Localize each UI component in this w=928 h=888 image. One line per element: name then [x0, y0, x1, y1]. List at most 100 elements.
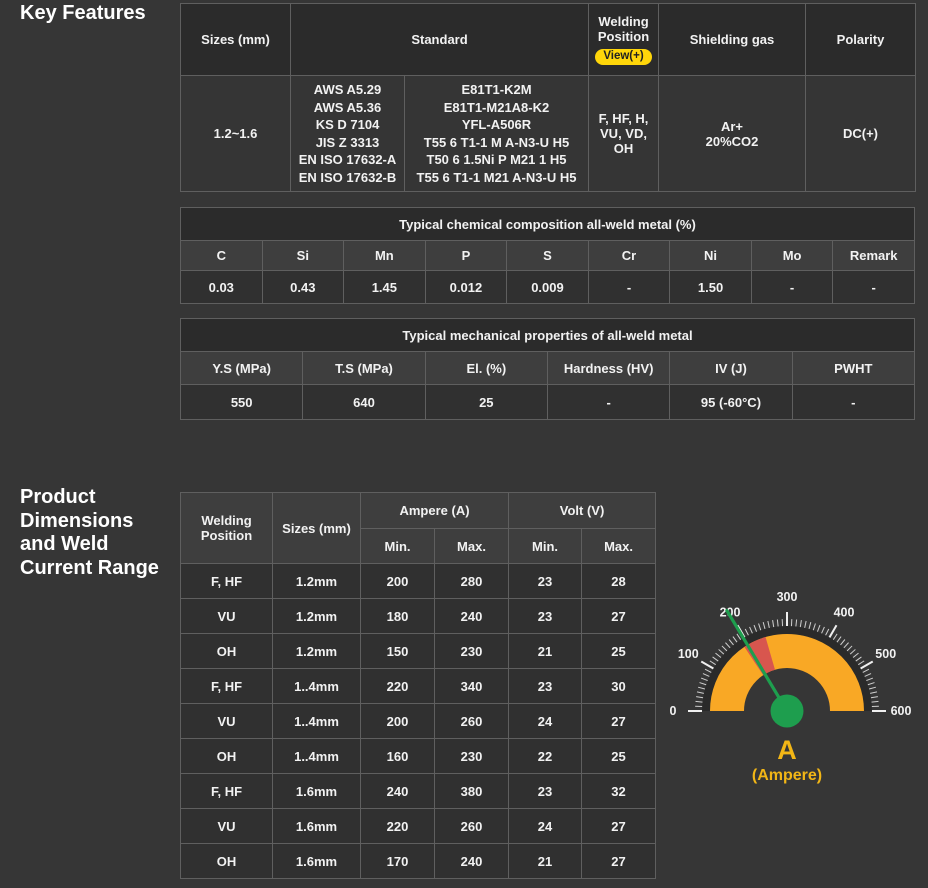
table-row: OH 1..4mm 160 230 22 25 [181, 739, 656, 774]
shielding-gas-line: 20%CO2 [661, 134, 803, 149]
table-row: OH 1.6mm 170 240 21 27 [181, 844, 656, 879]
chemical-title-row: Typical chemical composition all-weld me… [181, 208, 915, 241]
chem-value: 0.009 [507, 271, 589, 304]
ampere-gauge: 0100200300400500600 [651, 583, 923, 733]
amp-min-cell: 180 [361, 599, 435, 634]
size-cell: 1.2mm [273, 564, 361, 599]
size-cell: 1.2mm [273, 634, 361, 669]
polarity-value: DC(+) [806, 76, 916, 192]
chemical-composition-table: Typical chemical composition all-weld me… [180, 207, 915, 304]
header-amp-max: Max. [435, 529, 509, 564]
standard-item: E81T1-K2M [407, 81, 586, 99]
amp-max-cell: 240 [435, 599, 509, 634]
volt-max-cell: 27 [582, 844, 656, 879]
amp-min-cell: 160 [361, 739, 435, 774]
chemical-header-row: C Si Mn P S Cr Ni Mo Remark [181, 241, 915, 271]
volt-min-cell: 24 [509, 809, 582, 844]
svg-text:600: 600 [891, 704, 912, 718]
standard-item: T55 6 T1-1 M21 A-N3-U H5 [407, 169, 586, 187]
mechanical-title: Typical mechanical properties of all-wel… [181, 319, 915, 352]
range-header-row-1: Welding Position Sizes (mm) Ampere (A) V… [181, 493, 656, 529]
standard-item: EN ISO 17632-A [293, 151, 402, 169]
amp-max-cell: 230 [435, 634, 509, 669]
amp-max-cell: 260 [435, 809, 509, 844]
volt-max-cell: 30 [582, 669, 656, 704]
product-spec-page: Key Features Sizes (mm) Standard Welding… [0, 0, 928, 888]
chem-header: Mn [344, 241, 426, 271]
size-cell: 1..4mm [273, 669, 361, 704]
chem-header: Si [262, 241, 344, 271]
chem-value: - [751, 271, 833, 304]
standard-list-1: AWS A5.29 AWS A5.36 KS D 7104 JIS Z 3313… [291, 76, 405, 192]
standard-item: EN ISO 17632-B [293, 169, 402, 187]
amp-min-cell: 220 [361, 669, 435, 704]
standard-item: AWS A5.36 [293, 99, 402, 117]
mech-header: T.S (MPa) [303, 352, 425, 385]
chem-value: 0.43 [262, 271, 344, 304]
header-polarity: Polarity [806, 4, 916, 76]
svg-text:100: 100 [678, 647, 699, 661]
amp-max-cell: 380 [435, 774, 509, 809]
position-cell: F, HF [181, 564, 273, 599]
key-features-data-row: 1.2~1.6 AWS A5.29 AWS A5.36 KS D 7104 JI… [181, 76, 916, 192]
header-amp-min: Min. [361, 529, 435, 564]
chem-value: 0.012 [425, 271, 507, 304]
volt-max-cell: 27 [582, 704, 656, 739]
chem-value: 0.03 [181, 271, 263, 304]
mechanical-header-row: Y.S (MPa) T.S (MPa) El. (%) Hardness (HV… [181, 352, 915, 385]
standard-item: E81T1-M21A8-K2 [407, 99, 586, 117]
mechanical-value-row: 550 640 25 - 95 (-60°C) - [181, 385, 915, 420]
header-ampere: Ampere (A) [361, 493, 509, 529]
amp-min-cell: 170 [361, 844, 435, 879]
mech-header: El. (%) [425, 352, 547, 385]
mech-header: Y.S (MPa) [181, 352, 303, 385]
amp-min-cell: 240 [361, 774, 435, 809]
header-welding-position: Welding Position View(+) [589, 4, 659, 76]
shielding-gas-value: Ar+ 20%CO2 [659, 76, 806, 192]
table-row: VU 1..4mm 200 260 24 27 [181, 704, 656, 739]
key-features-table: Sizes (mm) Standard Welding Position Vie… [180, 3, 916, 192]
standard-item: YFL-A506R [407, 116, 586, 134]
ampere-gauge-block: 0100200300400500600 A (Ampere) [651, 583, 923, 785]
amp-min-cell: 150 [361, 634, 435, 669]
volt-min-cell: 21 [509, 844, 582, 879]
mech-value: 95 (-60°C) [670, 385, 792, 420]
standard-list-2: E81T1-K2M E81T1-M21A8-K2 YFL-A506R T55 6… [405, 76, 589, 192]
volt-min-cell: 21 [509, 634, 582, 669]
chem-header: S [507, 241, 589, 271]
chem-value: 1.45 [344, 271, 426, 304]
chem-value: - [833, 271, 915, 304]
standard-item: JIS Z 3313 [293, 134, 402, 152]
amp-min-cell: 220 [361, 809, 435, 844]
welding-position-value: F, HF, H, VU, VD, OH [589, 76, 659, 192]
table-row: F, HF 1.2mm 200 280 23 28 [181, 564, 656, 599]
current-range-table: Welding Position Sizes (mm) Ampere (A) V… [180, 492, 656, 879]
volt-min-cell: 23 [509, 564, 582, 599]
size-cell: 1.6mm [273, 844, 361, 879]
svg-text:0: 0 [670, 704, 677, 718]
header-volt: Volt (V) [509, 493, 656, 529]
chem-header: Mo [751, 241, 833, 271]
table-row: VU 1.2mm 180 240 23 27 [181, 599, 656, 634]
size-cell: 1..4mm [273, 704, 361, 739]
svg-text:400: 400 [834, 605, 855, 619]
standard-item: KS D 7104 [293, 116, 402, 134]
key-features-heading: Key Features [20, 2, 170, 26]
view-plus-button[interactable]: View(+) [595, 49, 651, 66]
chem-value: - [588, 271, 670, 304]
volt-max-cell: 25 [582, 634, 656, 669]
amp-max-cell: 340 [435, 669, 509, 704]
mech-value: 640 [303, 385, 425, 420]
gauge-unit-caption: (Ampere) [651, 767, 923, 785]
amp-max-cell: 260 [435, 704, 509, 739]
chem-header: P [425, 241, 507, 271]
amp-min-cell: 200 [361, 564, 435, 599]
standard-item: AWS A5.29 [293, 81, 402, 99]
key-features-header-row: Sizes (mm) Standard Welding Position Vie… [181, 4, 916, 76]
table-row: OH 1.2mm 150 230 21 25 [181, 634, 656, 669]
welding-position-label: Welding Position [591, 14, 656, 44]
volt-min-cell: 23 [509, 599, 582, 634]
header-sizes: Sizes (mm) [273, 493, 361, 564]
volt-min-cell: 23 [509, 669, 582, 704]
volt-max-cell: 25 [582, 739, 656, 774]
